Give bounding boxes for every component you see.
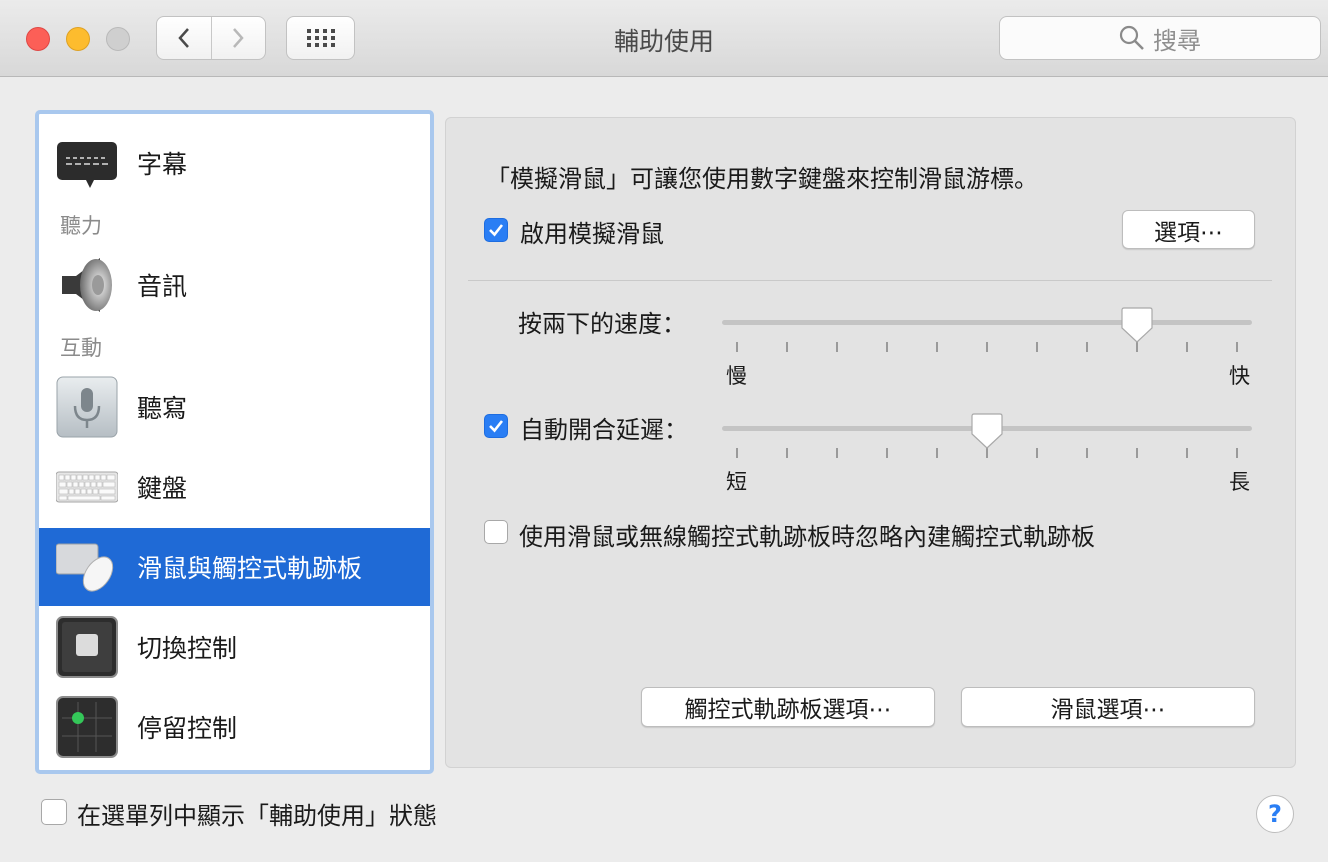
sidebar-item-label: 停留控制 <box>137 714 238 743</box>
enable-mouse-keys-checkbox[interactable] <box>484 218 508 242</box>
slider-tick <box>786 342 788 352</box>
separator <box>468 280 1272 281</box>
slider-tick <box>836 448 838 458</box>
slider-tick <box>1036 448 1038 458</box>
spring-loading-label[interactable]: 自動開合延遲： <box>520 410 688 445</box>
checkmark-icon <box>489 420 504 433</box>
slider-min-label: 慢 <box>726 364 747 388</box>
dwell-control-icon <box>56 696 118 758</box>
sidebar-item-label: 鍵盤 <box>137 474 188 503</box>
sidebar-item-label: 滑鼠與觸控式軌跡板 <box>137 554 363 583</box>
mouse-options-button[interactable]: 滑鼠選項⋯ <box>961 687 1255 727</box>
sidebar-item-audio[interactable]: 音訊 <box>39 246 430 324</box>
slider-tick <box>736 448 738 458</box>
switch-control-icon <box>56 616 118 678</box>
microphone-icon <box>56 376 118 438</box>
slider-tick <box>886 342 888 352</box>
ignore-trackpad-label[interactable]: 使用滑鼠或無線觸控式軌跡板時忽略內建觸控式軌跡板 <box>519 517 1095 552</box>
spring-loading-checkbox[interactable] <box>484 414 508 438</box>
mouse-trackpad-icon <box>56 543 114 592</box>
slider-tick <box>1086 342 1088 352</box>
search-placeholder: 搜尋 <box>1153 26 1201 55</box>
captions-icon <box>57 142 117 188</box>
double-click-speed-label: 按兩下的速度： <box>518 310 686 338</box>
slider-thumb[interactable] <box>1120 306 1154 344</box>
sidebar-item-label: 聽寫 <box>137 394 188 423</box>
slider-tick <box>1086 448 1088 458</box>
sidebar-item-captions[interactable]: 字幕 <box>39 124 430 202</box>
double-click-speed-slider[interactable] <box>722 306 1252 356</box>
sidebar-item-keyboard[interactable]: 鍵盤 <box>39 448 430 526</box>
checkmark-icon <box>489 224 504 237</box>
sidebar-item-label: 音訊 <box>137 272 188 301</box>
slider-min-label: 短 <box>726 470 747 494</box>
search-field[interactable]: 搜尋 <box>999 16 1321 60</box>
slider-tick <box>736 342 738 352</box>
search-icon <box>1119 25 1144 50</box>
slider-tick <box>886 448 888 458</box>
slider-thumb[interactable] <box>970 412 1004 450</box>
enable-mouse-keys-label[interactable]: 啟用模擬滑鼠 <box>520 214 664 249</box>
sidebar-item-dwell-control[interactable]: 停留控制 <box>39 688 430 766</box>
slider-max-label: 快 <box>1229 364 1250 388</box>
slider-track[interactable] <box>722 320 1252 325</box>
sidebar-item-mouse-trackpad[interactable]: 滑鼠與觸控式軌跡板 <box>39 528 430 606</box>
options-button[interactable]: 選項⋯ <box>1122 210 1255 249</box>
title-bar: 輔助使用 搜尋 <box>0 0 1328 77</box>
slider-tick <box>1036 342 1038 352</box>
help-button[interactable]: ? <box>1256 795 1294 833</box>
sidebar-item-dictation[interactable]: 聽寫 <box>39 368 430 446</box>
category-sidebar[interactable]: 字幕 聽力 音訊 互動 聽寫 鍵盤 滑鼠與觸控式軌跡板 切換控制 停留控制 <box>35 110 434 774</box>
slider-tick <box>1186 448 1188 458</box>
slider-tick <box>986 342 988 352</box>
trackpad-options-button[interactable]: 觸控式軌跡板選項⋯ <box>641 687 935 727</box>
slider-tick <box>1236 342 1238 352</box>
slider-tick <box>936 342 938 352</box>
slider-tick <box>1236 448 1238 458</box>
slider-max-label: 長 <box>1229 470 1250 494</box>
show-in-menubar-label[interactable]: 在選單列中顯示「輔助使用」狀態 <box>77 796 437 831</box>
spring-loading-slider[interactable] <box>722 412 1252 462</box>
sidebar-header-interaction: 互動 <box>60 336 102 360</box>
slider-tick <box>786 448 788 458</box>
slider-tick <box>1136 448 1138 458</box>
sidebar-item-switch-control[interactable]: 切換控制 <box>39 608 430 686</box>
sidebar-item-label: 字幕 <box>137 150 188 179</box>
speaker-icon <box>62 258 112 312</box>
slider-tick <box>1186 342 1188 352</box>
keyboard-icon <box>56 471 118 503</box>
ignore-trackpad-checkbox[interactable] <box>484 520 508 544</box>
mouse-keys-description: 「模擬滑鼠」可讓您使用數字鍵盤來控制滑鼠游標。 <box>486 165 1038 193</box>
sidebar-item-label: 切換控制 <box>137 634 238 663</box>
slider-tick <box>836 342 838 352</box>
sidebar-header-hearing: 聽力 <box>60 214 102 238</box>
slider-tick <box>936 448 938 458</box>
show-in-menubar-checkbox[interactable] <box>41 799 67 825</box>
